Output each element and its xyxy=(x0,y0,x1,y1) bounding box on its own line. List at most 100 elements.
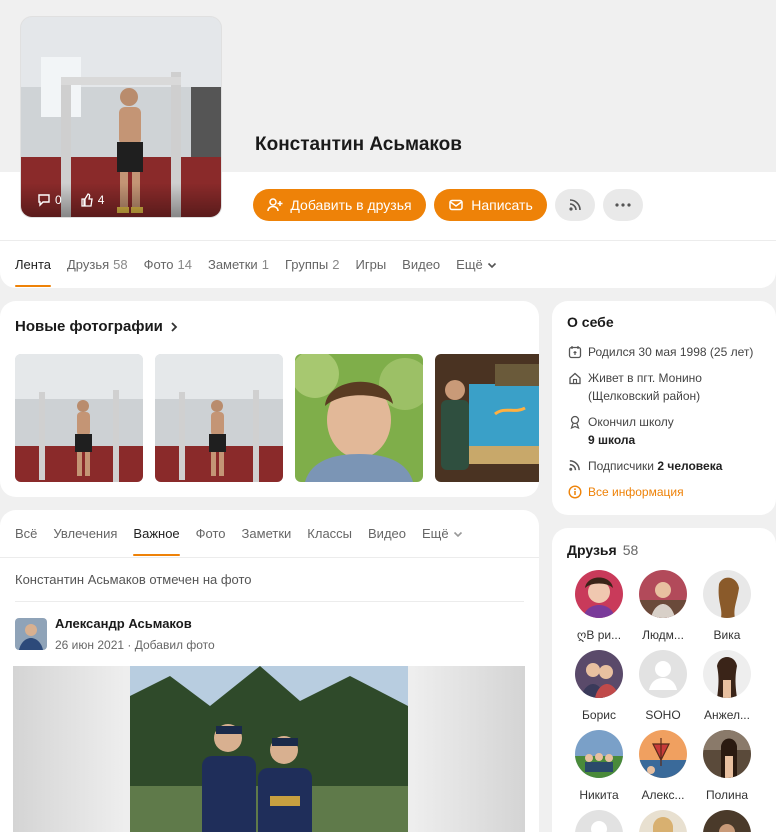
add-friend-button[interactable]: Добавить в друзья xyxy=(253,189,426,221)
feed-tab-label: Фото xyxy=(195,526,226,541)
friend-item[interactable]: Вика xyxy=(694,570,760,642)
tab-games[interactable]: Игры xyxy=(356,241,387,289)
feed-tab-label: Заметки xyxy=(241,526,292,541)
friend-name: Анжел... xyxy=(704,708,750,722)
chevron-down-icon xyxy=(487,262,496,268)
tab-count: 58 xyxy=(113,257,128,272)
like-icon xyxy=(81,193,93,207)
friend-item[interactable]: SOHO xyxy=(630,650,696,722)
new-photos-title-text: Новые фотографии xyxy=(15,318,163,335)
feed-tab-label: Всё xyxy=(15,526,38,541)
tab-label: Игры xyxy=(355,257,387,272)
education-icon xyxy=(570,415,579,429)
lives-line1[interactable]: Живет в пгт. Монино xyxy=(588,369,702,387)
friend-item[interactable] xyxy=(566,810,632,832)
friend-avatar xyxy=(575,570,623,618)
feed-tab-video[interactable]: Видео xyxy=(368,510,406,558)
friend-item[interactable] xyxy=(630,810,696,832)
feed-tabs: Всё Увлечения Важное Фото Заметки Классы… xyxy=(0,510,539,558)
photo-thumbnail[interactable] xyxy=(15,354,143,482)
profile-avatar[interactable]: 0 4 xyxy=(20,16,222,218)
new-photos-title[interactable]: Новые фотографии xyxy=(15,318,179,335)
friend-avatar xyxy=(639,570,687,618)
meta-separator: · xyxy=(127,638,135,652)
post-meta: 26 июн 2021 · Добавил фото xyxy=(55,638,215,652)
feed-tab-all[interactable]: Всё xyxy=(15,510,37,558)
rss-icon xyxy=(569,199,581,211)
friend-item[interactable]: Борис xyxy=(566,650,632,722)
tab-notes[interactable]: Заметки 1 xyxy=(208,241,269,289)
post-date[interactable]: 26 июн 2021 xyxy=(55,638,124,652)
lives-line2: (Щелковский район) xyxy=(588,389,701,403)
friend-avatar xyxy=(639,810,687,832)
friend-name: ღВ ри... xyxy=(576,628,622,642)
friend-avatar xyxy=(575,730,623,778)
friend-avatar xyxy=(703,650,751,698)
tab-photos[interactable]: Фото 14 xyxy=(144,241,192,289)
about-subscribers[interactable]: Подписчики 2 человека xyxy=(567,457,722,475)
chevron-right-icon xyxy=(171,321,178,332)
aquarium-photo xyxy=(435,354,539,482)
school-line1: Окончил школу xyxy=(588,415,674,429)
friend-item[interactable]: Никита xyxy=(566,730,632,802)
photo-thumbnail[interactable] xyxy=(295,354,423,482)
subscribe-button[interactable] xyxy=(555,189,595,221)
friends-count: 58 xyxy=(622,542,639,558)
feed-tab-more[interactable]: Ещё xyxy=(422,510,464,558)
tab-groups[interactable]: Группы 2 xyxy=(285,241,340,289)
likes-stat[interactable]: 4 xyxy=(80,193,104,207)
tab-feed[interactable]: Лента xyxy=(15,241,51,289)
school-name[interactable]: 9 школа xyxy=(588,431,674,449)
photo-thumbnail[interactable] xyxy=(155,354,283,482)
home-icon xyxy=(568,372,581,385)
friends-title-text: Друзья xyxy=(567,542,617,558)
post-author-avatar[interactable] xyxy=(15,618,47,650)
friend-item[interactable] xyxy=(694,810,760,832)
friend-item[interactable]: ღВ ри... xyxy=(566,570,632,642)
tab-count: 14 xyxy=(177,257,192,272)
friend-name: Полина xyxy=(705,788,749,802)
friend-item[interactable]: Полина xyxy=(694,730,760,802)
mail-icon xyxy=(449,199,463,211)
feed-tab-photos[interactable]: Фото xyxy=(196,510,226,558)
friend-item[interactable]: Людм... xyxy=(630,570,696,642)
about-school: Окончил школу 9 школа xyxy=(567,413,674,449)
comment-icon xyxy=(38,194,50,207)
friend-item[interactable]: Алекс... xyxy=(630,730,696,802)
feed-tab-label: Классы xyxy=(307,526,353,541)
feed-tab-notes[interactable]: Заметки xyxy=(242,510,292,558)
all-info-link[interactable]: Все информация xyxy=(567,483,684,501)
friend-avatar xyxy=(575,650,623,698)
post-author-name[interactable]: Александр Асьмаков xyxy=(55,616,192,631)
friend-name: Борис xyxy=(582,708,616,722)
feed-tab-label: Ещё xyxy=(422,526,449,541)
more-actions-button[interactable] xyxy=(603,189,643,221)
comments-count: 0 xyxy=(55,193,62,207)
comments-stat[interactable]: 0 xyxy=(37,193,62,207)
feed-tab-classes[interactable]: Классы xyxy=(307,510,352,558)
add-friend-label: Добавить в друзья xyxy=(290,197,412,213)
friends-card: Друзья 58 ღВ ри... Людм... Вика Борис SOH… xyxy=(552,528,776,832)
friend-item[interactable]: Анжел... xyxy=(694,650,760,722)
post-photo[interactable] xyxy=(13,666,525,832)
tab-label: Ещё xyxy=(456,257,483,272)
tab-friends[interactable]: Друзья 58 xyxy=(67,241,128,289)
subscribers-label: Подписчики xyxy=(588,459,655,473)
tab-video[interactable]: Видео xyxy=(402,241,440,289)
feed-card: Всё Увлечения Важное Фото Заметки Классы… xyxy=(0,510,539,832)
post-action: Добавил фото xyxy=(134,638,215,652)
tab-more[interactable]: Ещё xyxy=(456,241,498,289)
photo-thumbnail[interactable] xyxy=(435,354,539,482)
feed-tab-important[interactable]: Важное xyxy=(133,510,180,558)
tab-label: Лента xyxy=(15,257,51,272)
add-user-icon xyxy=(267,198,283,212)
subscribers-value: 2 человека xyxy=(657,459,723,473)
message-button[interactable]: Написать xyxy=(434,189,547,221)
feed-tab-label: Видео xyxy=(368,526,406,541)
default-avatar-icon xyxy=(575,810,623,832)
feed-tab-hobbies[interactable]: Увлечения xyxy=(53,510,117,558)
tab-label: Заметки xyxy=(207,257,258,272)
tab-count: 2 xyxy=(332,257,340,272)
friends-title[interactable]: Друзья 58 xyxy=(567,542,638,558)
info-icon xyxy=(567,485,582,499)
